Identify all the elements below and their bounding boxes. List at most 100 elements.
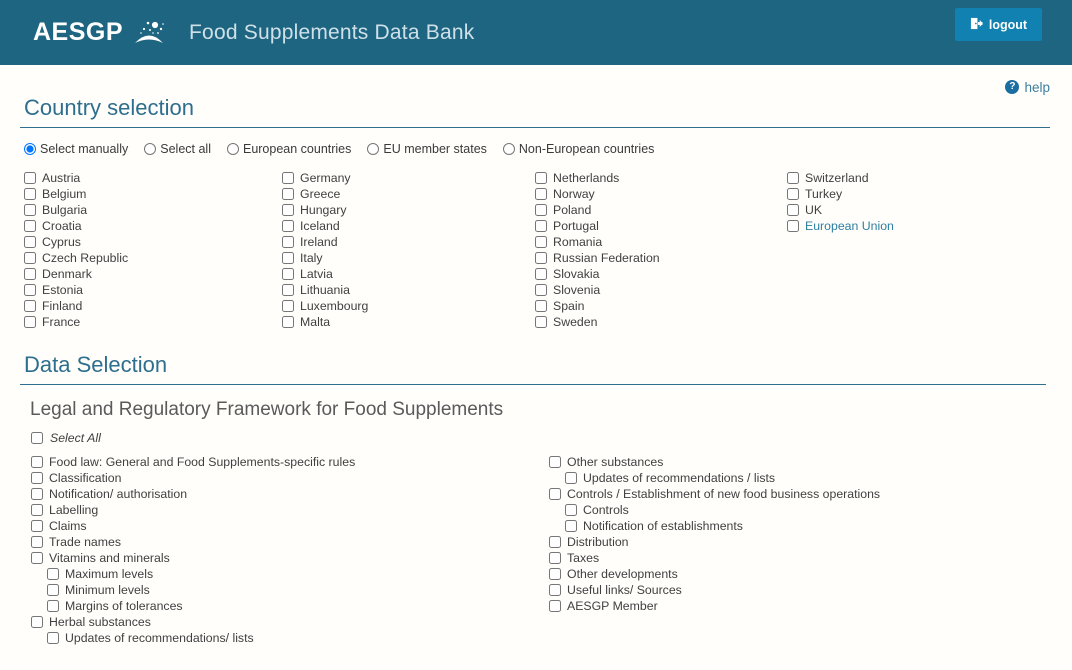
country-checkbox[interactable] xyxy=(24,188,36,200)
country-checkbox[interactable] xyxy=(535,172,547,184)
country-checkbox-row[interactable]: Slovenia xyxy=(535,282,787,298)
country-mode-option-1[interactable]: Select all xyxy=(144,142,211,156)
country-checkbox[interactable] xyxy=(282,300,294,312)
data-option-row[interactable]: Labelling xyxy=(31,502,549,518)
country-checkbox-row[interactable]: Portugal xyxy=(535,218,787,234)
data-option-row[interactable]: Taxes xyxy=(549,550,1050,566)
data-option-checkbox[interactable] xyxy=(31,552,43,564)
country-checkbox-row[interactable]: UK xyxy=(787,202,1050,218)
data-option-row[interactable]: Margins of tolerances xyxy=(31,598,549,614)
data-option-checkbox[interactable] xyxy=(31,456,43,468)
country-mode-radio[interactable] xyxy=(144,143,157,155)
data-option-row[interactable]: Food law: General and Food Supplements-s… xyxy=(31,454,549,470)
data-option-checkbox[interactable] xyxy=(549,536,561,548)
country-checkbox-row[interactable]: Malta xyxy=(282,314,535,330)
select-all-checkbox[interactable] xyxy=(31,432,43,444)
data-option-checkbox[interactable] xyxy=(31,472,43,484)
brand-logo[interactable]: AESGP xyxy=(33,16,169,50)
country-checkbox-row[interactable]: Belgium xyxy=(24,186,282,202)
country-checkbox-row[interactable]: Finland xyxy=(24,298,282,314)
data-option-checkbox[interactable] xyxy=(47,584,59,596)
country-checkbox-row[interactable]: Netherlands xyxy=(535,170,787,186)
data-option-checkbox[interactable] xyxy=(31,536,43,548)
data-option-row[interactable]: Maximum levels xyxy=(31,566,549,582)
country-checkbox-row[interactable]: Croatia xyxy=(24,218,282,234)
country-checkbox[interactable] xyxy=(535,220,547,232)
country-checkbox-row[interactable]: Romania xyxy=(535,234,787,250)
data-option-row[interactable]: Updates of recommendations / lists xyxy=(549,470,1050,486)
data-option-row[interactable]: Minimum levels xyxy=(31,582,549,598)
country-checkbox-row[interactable]: Czech Republic xyxy=(24,250,282,266)
country-checkbox-row[interactable]: Italy xyxy=(282,250,535,266)
data-option-checkbox[interactable] xyxy=(31,488,43,500)
country-checkbox-row[interactable]: Switzerland xyxy=(787,170,1050,186)
data-option-checkbox[interactable] xyxy=(47,568,59,580)
country-checkbox-row[interactable]: Greece xyxy=(282,186,535,202)
data-option-row[interactable]: Classification xyxy=(31,470,549,486)
country-checkbox[interactable] xyxy=(24,300,36,312)
country-checkbox[interactable] xyxy=(535,300,547,312)
country-checkbox-row[interactable]: Germany xyxy=(282,170,535,186)
data-option-checkbox[interactable] xyxy=(549,600,561,612)
data-option-row[interactable]: Herbal substances xyxy=(31,614,549,630)
data-option-row[interactable]: Other substances xyxy=(549,454,1050,470)
country-checkbox-row[interactable]: Sweden xyxy=(535,314,787,330)
data-option-checkbox[interactable] xyxy=(565,520,577,532)
country-checkbox-row[interactable]: Iceland xyxy=(282,218,535,234)
country-mode-option-2[interactable]: European countries xyxy=(226,142,351,156)
country-checkbox-row[interactable]: Russian Federation xyxy=(535,250,787,266)
country-checkbox-row[interactable]: European Union xyxy=(787,218,1050,234)
country-checkbox-row[interactable]: Lithuania xyxy=(282,282,535,298)
country-mode-radio[interactable] xyxy=(502,143,515,155)
data-option-row[interactable]: AESGP Member xyxy=(549,598,1050,614)
country-checkbox[interactable] xyxy=(535,268,547,280)
country-checkbox-row[interactable]: Bulgaria xyxy=(24,202,282,218)
data-option-checkbox[interactable] xyxy=(565,472,577,484)
country-checkbox-row[interactable]: Austria xyxy=(24,170,282,186)
country-checkbox[interactable] xyxy=(24,236,36,248)
country-checkbox-row[interactable]: Denmark xyxy=(24,266,282,282)
country-checkbox[interactable] xyxy=(787,172,799,184)
data-option-row[interactable]: Notification of establishments xyxy=(549,518,1050,534)
country-checkbox[interactable] xyxy=(24,252,36,264)
country-mode-option-0[interactable]: Select manually xyxy=(24,142,128,156)
data-option-checkbox[interactable] xyxy=(549,552,561,564)
country-checkbox[interactable] xyxy=(24,284,36,296)
country-checkbox[interactable] xyxy=(282,172,294,184)
data-option-row[interactable]: Updates of recommendations/ lists xyxy=(31,630,549,646)
country-checkbox-row[interactable]: Latvia xyxy=(282,266,535,282)
country-checkbox[interactable] xyxy=(282,220,294,232)
country-checkbox[interactable] xyxy=(787,188,799,200)
country-mode-radio[interactable] xyxy=(226,143,239,155)
country-checkbox[interactable] xyxy=(24,204,36,216)
country-checkbox[interactable] xyxy=(282,204,294,216)
data-option-checkbox[interactable] xyxy=(549,584,561,596)
country-checkbox-row[interactable]: Spain xyxy=(535,298,787,314)
country-checkbox-row[interactable]: Ireland xyxy=(282,234,535,250)
data-option-checkbox[interactable] xyxy=(565,504,577,516)
country-checkbox[interactable] xyxy=(24,172,36,184)
country-checkbox[interactable] xyxy=(535,188,547,200)
data-option-checkbox[interactable] xyxy=(31,616,43,628)
data-option-row[interactable]: Notification/ authorisation xyxy=(31,486,549,502)
country-mode-option-3[interactable]: EU member states xyxy=(367,142,487,156)
country-checkbox-row[interactable]: Slovakia xyxy=(535,266,787,282)
country-checkbox[interactable] xyxy=(535,204,547,216)
country-checkbox[interactable] xyxy=(282,316,294,328)
country-checkbox-row[interactable]: Cyprus xyxy=(24,234,282,250)
country-checkbox-row[interactable]: Luxembourg xyxy=(282,298,535,314)
country-checkbox-row[interactable]: France xyxy=(24,314,282,330)
country-checkbox[interactable] xyxy=(282,284,294,296)
country-checkbox[interactable] xyxy=(535,284,547,296)
country-checkbox[interactable] xyxy=(282,188,294,200)
country-checkbox[interactable] xyxy=(787,204,799,216)
country-checkbox[interactable] xyxy=(282,268,294,280)
data-option-checkbox[interactable] xyxy=(47,600,59,612)
country-checkbox[interactable] xyxy=(24,268,36,280)
country-checkbox[interactable] xyxy=(24,220,36,232)
data-option-checkbox[interactable] xyxy=(549,456,561,468)
select-all-row[interactable]: Select All xyxy=(31,431,1050,445)
country-checkbox[interactable] xyxy=(787,220,799,232)
country-checkbox[interactable] xyxy=(282,236,294,248)
data-option-checkbox[interactable] xyxy=(31,504,43,516)
